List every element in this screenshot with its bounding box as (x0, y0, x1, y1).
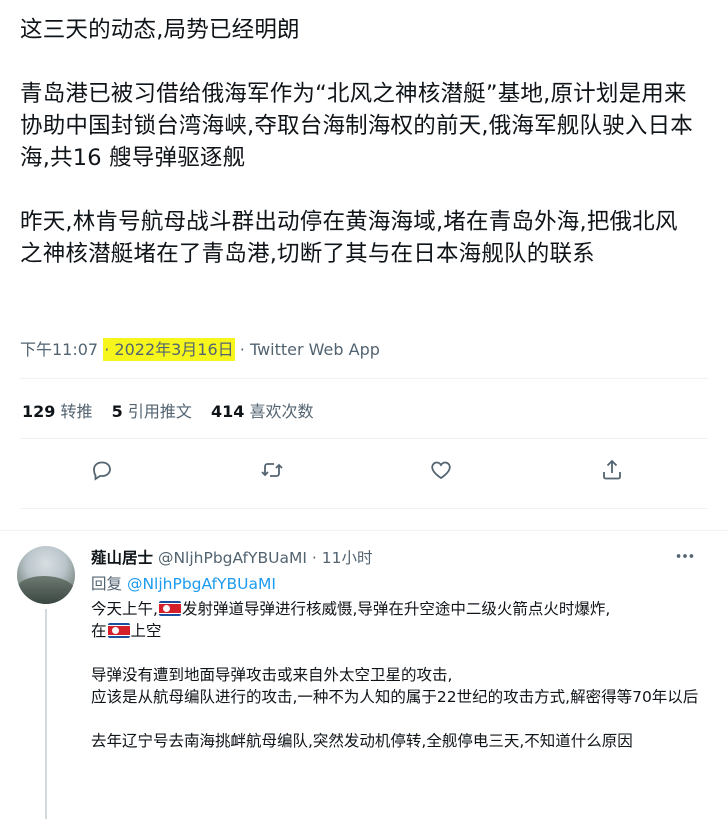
north-korea-flag-icon (158, 601, 181, 616)
avatar-landscape (17, 576, 75, 604)
tweet-paragraph-1: 这三天的动态,局势已经明朗 (20, 17, 300, 43)
more-icon (676, 554, 694, 558)
likes-stat[interactable]: 414 喜欢次数 (211, 402, 314, 421)
replying-to: 回复 @NljhPbgAfYBUaMI (91, 572, 276, 594)
reply-paragraph-3: 去年辽宁号去南海挑衅航母编队,突然发动机停转,全舰停电三天,不知道什么原因 (91, 732, 633, 750)
tweet-paragraph-3: 昨天,林肯号航母战斗群出动停在黄海海域,堵在青岛外海,把俄北风之神核潜艇堵在了青… (20, 209, 678, 267)
like-button[interactable] (427, 456, 455, 484)
divider-stats (20, 438, 708, 439)
divider-actions (20, 508, 708, 509)
reply-button[interactable] (88, 456, 116, 484)
reply-text: 今天上午, 发射弹道导弹进行核威慑,导弹在升空途中二级火箭点火时爆炸, 在上空 导… (91, 598, 711, 752)
reply-header: 薤山居士 @NljhPbgAfYBUaMI · 11小时 (91, 546, 372, 568)
reply-paragraph-2: 导弹没有遭到地面导弹攻击或来自外太空卫星的攻击, 应该是从航母编队进行的攻击,一… (91, 666, 699, 706)
tweet-text: 这三天的动态,局势已经明朗 青岛港已被习借给俄海军作为“北风之神核潜艇”基地,原… (20, 14, 700, 270)
tweet-stats: 129 转推 5 引用推文 414 喜欢次数 (22, 398, 327, 422)
reply-separator-dot: · (311, 549, 317, 567)
tweet-date-highlight[interactable]: · 2022年3月16日 (103, 338, 235, 361)
reply-display-name[interactable]: 薤山居士 (91, 549, 153, 567)
retweet-button[interactable] (258, 456, 286, 484)
tweet-date: 2022年3月16日 (114, 340, 234, 359)
thread-line (45, 609, 47, 819)
replying-to-handle[interactable]: @NljhPbgAfYBUaMI (127, 575, 276, 593)
replying-to-label: 回复 (91, 575, 123, 593)
tweet-separator-2: · (239, 340, 245, 359)
retweet-icon (261, 463, 283, 477)
reply-icon (93, 461, 111, 481)
like-icon (431, 461, 451, 480)
north-korea-flag-icon (107, 623, 130, 638)
retweets-stat[interactable]: 129 转推 (22, 402, 93, 421)
divider-meta (20, 378, 708, 379)
avatar[interactable] (17, 546, 75, 604)
share-icon (603, 459, 621, 480)
tweet-main: 这三天的动态,局势已经明朗 青岛港已被习借给俄海军作为“北风之神核潜艇”基地,原… (20, 14, 700, 270)
tweet-paragraph-2: 青岛港已被习借给俄海军作为“北风之神核潜艇”基地,原计划是用来协助中国封锁台湾海… (20, 81, 694, 171)
quotes-stat[interactable]: 5 引用推文 (112, 402, 192, 421)
reply-handle[interactable]: @NljhPbgAfYBUaMI (158, 549, 307, 567)
reply-tweet[interactable]: 薤山居士 @NljhPbgAfYBUaMI · 11小时 回复 @NljhPbg… (0, 531, 728, 819)
tweet-separator: · (104, 340, 110, 359)
tweet-meta: 下午11:07 · 2022年3月16日 · Twitter Web App (20, 336, 380, 361)
tweet-time[interactable]: 下午11:07 (20, 340, 98, 359)
tweet-source-app[interactable]: Twitter Web App (250, 340, 380, 359)
reply-time[interactable]: 11小时 (322, 549, 373, 567)
share-button[interactable] (598, 456, 626, 484)
more-options-button[interactable] (674, 545, 698, 565)
reply-paragraph-1: 今天上午, 发射弹道导弹进行核威慑,导弹在升空途中二级火箭点火时爆炸, 在上空 (91, 600, 611, 640)
tweet-actions (0, 456, 728, 486)
